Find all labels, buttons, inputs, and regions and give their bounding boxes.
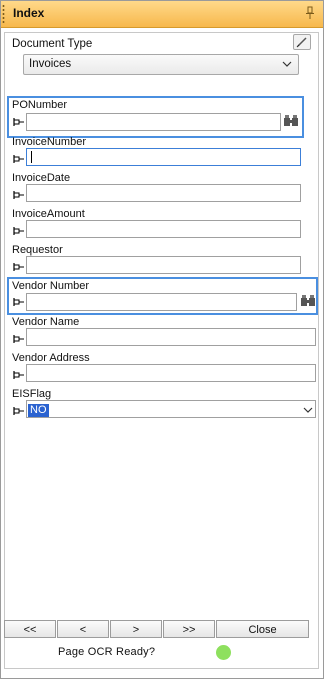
eis-flag-label: EISFlag [12,388,52,400]
po-number-input[interactable] [26,113,281,131]
pin-icon[interactable] [305,6,315,20]
vendor-address-input[interactable] [26,364,316,382]
pin-icon[interactable] [13,370,25,380]
pin-icon[interactable] [13,334,25,344]
po-number-lookup-icon[interactable] [283,114,299,128]
pin-icon[interactable] [13,154,25,164]
invoice-date-input[interactable] [26,184,301,202]
panel-title: Index [13,6,45,20]
next-page-button[interactable]: > [110,620,162,638]
pin-icon[interactable] [13,262,25,272]
vendor-number-input[interactable] [26,293,297,311]
invoice-date-label: InvoiceDate [12,172,71,184]
pin-icon[interactable] [13,297,25,307]
vendor-number-lookup-icon[interactable] [300,294,316,308]
pin-icon[interactable] [13,226,25,236]
text-cursor [31,151,32,163]
requestor-label: Requestor [12,244,63,256]
requestor-input[interactable] [26,256,301,274]
vendor-number-label: Vendor Number [12,280,90,292]
document-type-select[interactable]: Invoices [23,54,299,75]
panel-title-bar: Index [1,1,323,28]
close-button[interactable]: Close [216,620,309,638]
vendor-name-input[interactable] [26,328,316,346]
chevron-down-icon [282,56,292,75]
last-page-button[interactable]: >> [163,620,215,638]
ocr-status-text: Page OCR Ready? [58,646,156,658]
pin-icon[interactable] [13,406,25,416]
pin-icon[interactable] [13,190,25,200]
invoice-amount-input[interactable] [26,220,301,238]
document-type-label: Document Type [12,38,93,50]
invoice-number-label: InvoiceNumber [12,136,86,148]
po-number-label: PONumber [12,99,68,111]
drag-grip-icon[interactable] [2,4,5,24]
eis-flag-select[interactable] [26,400,316,418]
pencil-icon [296,37,307,48]
ocr-status-indicator [216,645,231,660]
previous-page-button[interactable]: < [57,620,109,638]
document-type-value: Invoices [29,58,72,70]
invoice-number-input[interactable] [26,148,301,166]
eis-flag-value: NO [28,404,49,417]
vendor-name-label: Vendor Name [12,316,80,328]
invoice-amount-label: InvoiceAmount [12,208,85,220]
document-type-edit-button[interactable] [293,34,311,50]
first-page-button[interactable]: << [4,620,56,638]
pin-icon[interactable] [13,117,25,127]
chevron-down-icon [303,404,313,419]
vendor-address-label: Vendor Address [12,352,90,364]
